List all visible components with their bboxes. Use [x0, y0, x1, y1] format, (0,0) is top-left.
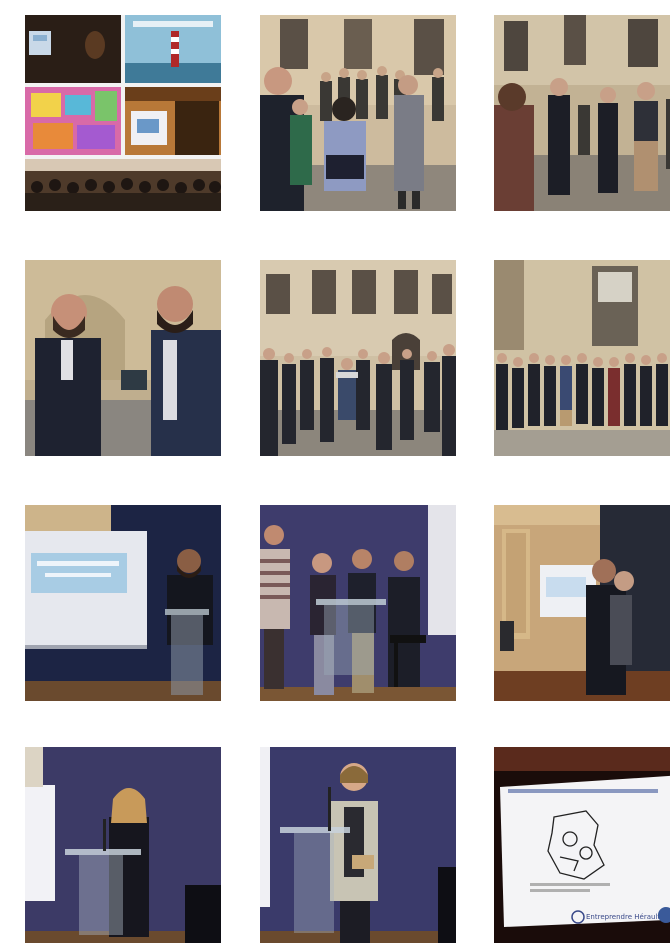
photo-group-portrait-courtyard[interactable] [494, 260, 670, 456]
photo-courtyard-group-standing[interactable] [494, 15, 670, 211]
photo-courtyard-crowd-talking[interactable] [260, 15, 456, 211]
photo-speaker-at-screen[interactable] [25, 505, 221, 701]
photo-courtyard-crowd-wide[interactable] [260, 260, 456, 456]
photo-slide-map-screen[interactable]: Entreprendre Hérault [494, 747, 670, 943]
photo-speakers-near-projector[interactable] [494, 505, 670, 701]
photo-woman-speaking-podium[interactable] [25, 747, 221, 943]
photo-four-presenters-podium[interactable] [260, 505, 456, 701]
photo-gallery: Entreprendre Hérault [0, 0, 670, 943]
photo-woman-reading-podium[interactable] [260, 747, 456, 943]
photo-collage-presentation[interactable] [25, 15, 221, 211]
photo-two-men-talking[interactable] [25, 260, 221, 456]
slide-logo-text: Entreprendre Hérault [586, 913, 660, 921]
